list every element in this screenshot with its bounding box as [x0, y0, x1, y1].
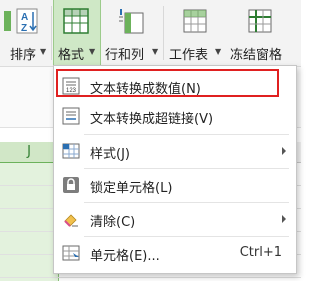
ribbon-separator: [163, 6, 164, 60]
worksheet-caret-icon: ▼: [215, 47, 222, 56]
menu-item-label: 清除(C): [90, 215, 136, 230]
rows-columns-button[interactable]: 行和列 ▼: [101, 0, 161, 66]
submenu-arrow-icon: [282, 215, 286, 223]
worksheet-label: 工作表: [169, 48, 209, 63]
lock-icon: [63, 177, 79, 193]
menu-item-lock-cell[interactable]: 锁定单元格(L): [54, 169, 296, 201]
menu-item-label: 单元格(E)...: [90, 249, 160, 264]
style-icon: [62, 143, 80, 159]
freeze-panes-icon: [248, 9, 272, 33]
svg-text:A: A: [21, 12, 28, 23]
format-caret-icon: ▼: [89, 47, 96, 56]
menu-item-label: 文本转换成超链接(V): [90, 112, 214, 127]
menu-item-format-cells[interactable]: 单元格(E)... Ctrl+1: [54, 237, 296, 269]
svg-text:Z: Z: [21, 23, 27, 34]
freeze-panes-button[interactable]: 冻结窗格: [228, 0, 301, 66]
menu-item-label: 锁定单元格(L): [90, 181, 173, 196]
format-label: 格式: [58, 48, 85, 63]
text-to-number-icon: 123: [62, 77, 80, 95]
ribbon-toolbar: A Z 排序 ▼ 格式 ▼ 行和列 ▼ 工作表 ▼ 冻结窗格: [0, 0, 301, 67]
freeze-panes-label: 冻结窗格: [230, 48, 283, 63]
selected-column-j[interactable]: [0, 163, 59, 281]
format-button[interactable]: 格式 ▼: [53, 0, 101, 66]
worksheet-icon: [183, 9, 207, 33]
worksheet-button[interactable]: 工作表 ▼: [165, 0, 225, 66]
format-table-icon: [63, 8, 89, 34]
svg-text:123: 123: [66, 88, 77, 94]
sort-caret-icon: ▼: [40, 47, 47, 56]
eraser-icon: [64, 214, 78, 227]
submenu-arrow-icon: [282, 147, 286, 155]
sort-az-icon: A Z: [16, 8, 38, 34]
ribbon-separator: [51, 6, 52, 60]
menu-item-clear[interactable]: 清除(C): [54, 203, 296, 235]
menu-item-text-to-hyperlink[interactable]: 文本转换成超链接(V): [54, 100, 296, 132]
row-gridline: [0, 277, 301, 278]
menu-item-text-to-number[interactable]: 123 文本转换成数值(N): [54, 69, 296, 102]
rows-columns-icon: [119, 9, 144, 34]
rows-columns-label: 行和列: [105, 48, 145, 63]
cell-icon: [62, 245, 80, 261]
menu-item-style[interactable]: 样式(J): [54, 135, 296, 167]
menu-item-shortcut: Ctrl+1: [239, 245, 282, 260]
sort-button[interactable]: A Z 排序 ▼: [8, 0, 50, 66]
sort-label: 排序: [10, 48, 37, 63]
rows-columns-caret-icon: ▼: [152, 47, 159, 56]
text-to-hyperlink-icon: [62, 107, 80, 125]
format-dropdown-menu: 123 文本转换成数值(N) 文本转换成超链接(V) 样式(J) 锁定单元格(L…: [53, 65, 297, 274]
column-header-j[interactable]: J: [0, 142, 58, 164]
menu-item-label: 样式(J): [90, 147, 130, 162]
menu-item-label: 文本转换成数值(N): [90, 82, 201, 97]
